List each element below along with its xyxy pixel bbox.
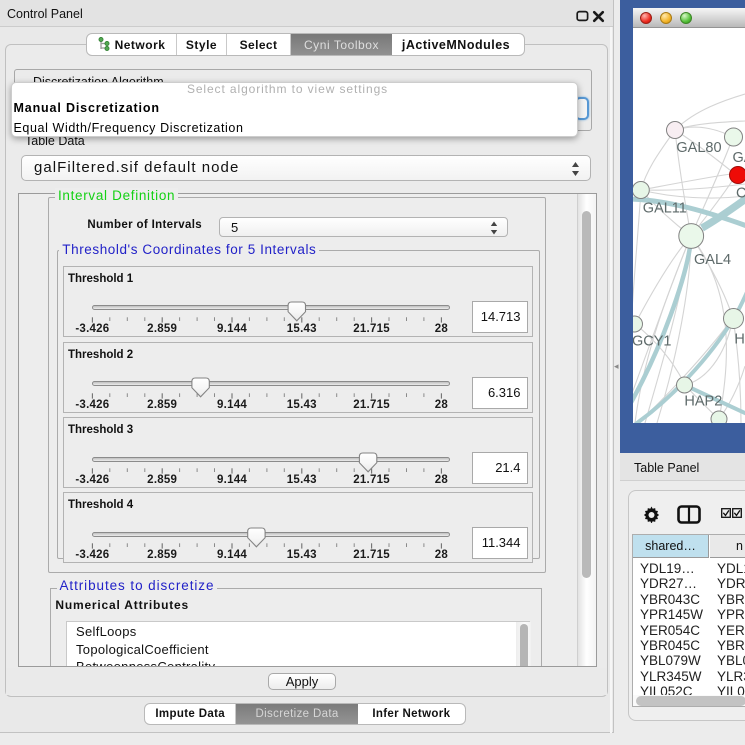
svg-text:GA: GA: [733, 150, 745, 166]
svg-text:GCY1: GCY1: [633, 334, 672, 350]
svg-text:GAL11: GAL11: [643, 201, 687, 217]
svg-text:GAL80: GAL80: [676, 140, 721, 156]
svg-text:GAL4: GAL4: [694, 252, 731, 268]
svg-text:H: H: [734, 332, 744, 348]
svg-text:C: C: [736, 186, 745, 202]
svg-text:HAP2: HAP2: [684, 394, 722, 410]
